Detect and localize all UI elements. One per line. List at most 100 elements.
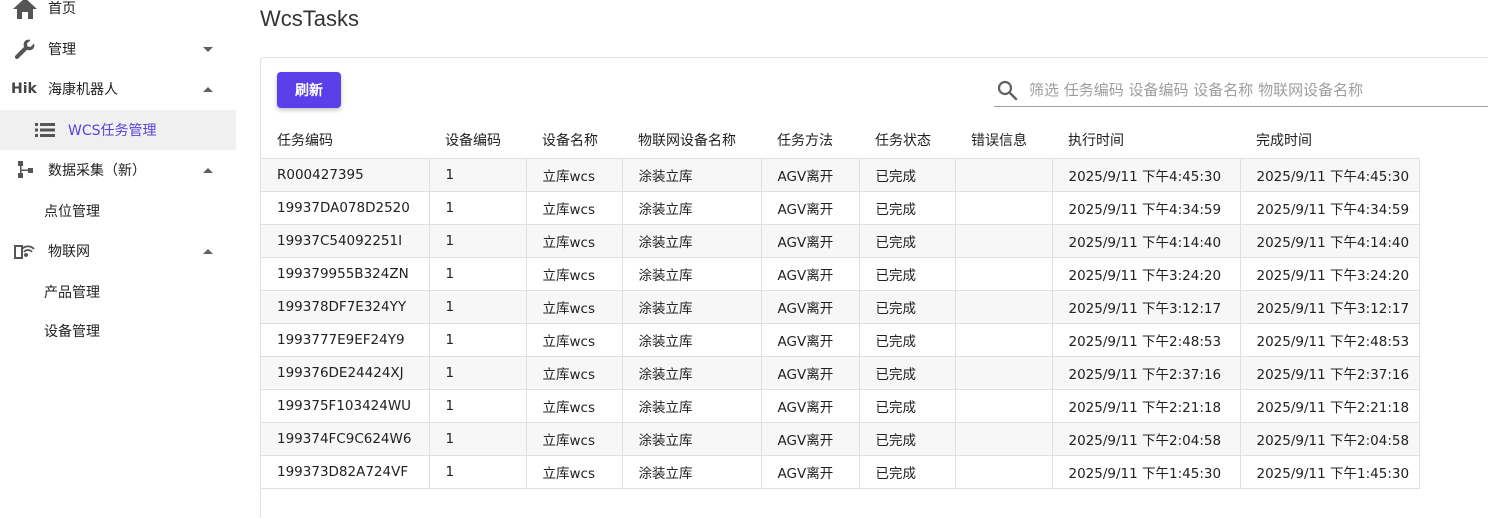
table-cell	[955, 422, 1053, 456]
search-input[interactable]	[1027, 76, 1481, 104]
refresh-button[interactable]: 刷新	[277, 72, 341, 108]
home-icon	[12, 0, 38, 21]
table-cell: 已完成	[859, 191, 956, 225]
table-cell: 立库wcs	[526, 257, 623, 291]
table-cell: 2025/9/11 下午2:37:16	[1052, 356, 1241, 390]
table-row[interactable]: 199376DE24424XJ 1 立库wcs 涂装立库 AGV离开 已完成 2025/9/…	[261, 356, 1420, 390]
table-cell: 立库wcs	[526, 158, 623, 192]
column-header[interactable]: 完成时间	[1240, 121, 1419, 159]
hik-logo-icon: Hik	[11, 81, 37, 97]
column-header[interactable]: 任务方法	[761, 121, 859, 159]
sidebar-item-label: 产品管理	[44, 285, 100, 301]
table-cell: AGV离开	[761, 356, 860, 390]
table-row[interactable]: 199379955B324ZN 1 立库wcs 涂装立库 AGV离开 已完成 2025/9/…	[261, 257, 1420, 291]
table-cell: 涂装立库	[622, 257, 762, 291]
table-cell: 涂装立库	[622, 224, 762, 258]
table-cell: AGV离开	[761, 257, 860, 291]
table-cell: 2025/9/11 下午4:45:30	[1240, 158, 1420, 192]
table-cell: 1	[429, 356, 527, 390]
column-header[interactable]: 设备名称	[526, 121, 622, 159]
table-cell	[955, 455, 1053, 489]
table-row[interactable]: 199378DF7E324YY 1 立库wcs 涂装立库 AGV离开 已完成 2025/9/…	[261, 290, 1420, 324]
table-cell: 2025/9/11 下午2:21:18	[1052, 389, 1241, 423]
table-cell: 199376DE24424XJ	[261, 356, 430, 390]
table-row[interactable]: 199375F103424WU 1 立库wcs 涂装立库 AGV离开 已完成 2025/9/…	[261, 389, 1420, 423]
sidebar-item-point-manage[interactable]: 点位管理	[0, 191, 236, 231]
iot-device-icon	[12, 238, 38, 264]
sidebar-item-product-manage[interactable]: 产品管理	[0, 272, 236, 312]
table-cell	[955, 224, 1053, 258]
table-row[interactable]: 199374FC9C624W6 1 立库wcs 涂装立库 AGV离开 已完成 2025/9/…	[261, 422, 1420, 456]
table-cell: 1	[429, 455, 527, 489]
table-cell: 2025/9/11 下午2:04:58	[1052, 422, 1241, 456]
table-cell	[955, 323, 1053, 357]
table-cell: 2025/9/11 下午2:37:16	[1240, 356, 1420, 390]
wrench-icon	[12, 36, 38, 62]
table-cell: 涂装立库	[622, 422, 762, 456]
chevron-down-icon	[203, 46, 213, 52]
table-cell: 已完成	[859, 290, 956, 324]
table-cell: 1	[429, 224, 527, 258]
sidebar-item-label: 管理	[48, 42, 76, 58]
table-cell: 立库wcs	[526, 389, 623, 423]
column-header[interactable]: 错误信息	[955, 121, 1052, 159]
table-cell: 2025/9/11 下午2:04:58	[1240, 422, 1420, 456]
table-cell: 涂装立库	[622, 158, 762, 192]
sidebar-item-manage[interactable]: 管理	[0, 29, 236, 69]
table-cell: 199378DF7E324YY	[261, 290, 430, 324]
table-cell: 1	[429, 158, 527, 192]
table-cell	[955, 356, 1053, 390]
table-cell: 已完成	[859, 356, 956, 390]
sidebar-item-label: 点位管理	[44, 204, 100, 220]
table-cell: AGV离开	[761, 455, 860, 489]
table-cell: 涂装立库	[622, 323, 762, 357]
sidebar-item-device-manage[interactable]: 设备管理	[0, 311, 236, 351]
column-header[interactable]: 物联网设备名称	[622, 121, 761, 159]
table-cell: 2025/9/11 下午3:24:20	[1052, 257, 1241, 291]
table-row[interactable]: 19937C54092251I 1 立库wcs 涂装立库 AGV离开 已完成 2025/9/…	[261, 224, 1420, 258]
sidebar-item-wcs-tasks[interactable]: WCS任务管理	[0, 110, 236, 150]
table-cell: 2025/9/11 下午3:24:20	[1240, 257, 1420, 291]
table-cell: 2025/9/11 下午1:45:30	[1240, 455, 1420, 489]
column-header[interactable]: 设备编码	[429, 121, 526, 159]
column-header[interactable]: 任务状态	[859, 121, 955, 159]
table-cell: 199379955B324ZN	[261, 257, 430, 291]
table-cell: 涂装立库	[622, 455, 762, 489]
sidebar-item-hik[interactable]: Hik 海康机器人	[0, 69, 236, 109]
table-cell: 已完成	[859, 158, 956, 192]
table-cell: 涂装立库	[622, 356, 762, 390]
sidebar-item-home[interactable]: 首页	[0, 0, 236, 28]
sidebar-item-label: 数据采集（新）	[48, 163, 146, 179]
table-row[interactable]: R000427395 1 立库wcs 涂装立库 AGV离开 已完成 2025/9/11 下午…	[261, 158, 1420, 192]
table-row[interactable]: 1993777E9EF24Y9 1 立库wcs 涂装立库 AGV离开 已完成 2025/9/…	[261, 323, 1420, 357]
table-cell: AGV离开	[761, 224, 860, 258]
table-cell: 已完成	[859, 323, 956, 357]
table-cell: 2025/9/11 下午1:45:30	[1052, 455, 1241, 489]
sidebar-item-data-collect[interactable]: 数据采集（新）	[0, 150, 236, 190]
sidebar-item-iot[interactable]: 物联网	[0, 231, 236, 271]
table-cell: 1	[429, 389, 527, 423]
sidebar-item-label: 首页	[48, 1, 76, 17]
table-row[interactable]: 19937DA078D2520 1 立库wcs 涂装立库 AGV离开 已完成 2025/9/…	[261, 191, 1420, 225]
chevron-up-icon	[203, 167, 213, 173]
table-cell: 涂装立库	[622, 389, 762, 423]
table-cell: 已完成	[859, 422, 956, 456]
column-header[interactable]: 任务编码	[261, 121, 429, 159]
page-title: WcsTasks	[260, 6, 359, 31]
table-cell: AGV离开	[761, 290, 860, 324]
table-cell: 立库wcs	[526, 323, 623, 357]
table-cell: 立库wcs	[526, 356, 623, 390]
table-cell: 19937DA078D2520	[261, 191, 430, 225]
column-header[interactable]: 执行时间	[1052, 121, 1240, 159]
table-cell: 已完成	[859, 257, 956, 291]
table-cell: 2025/9/11 下午3:12:17	[1240, 290, 1420, 324]
table-row[interactable]: 199373D82A724VF 1 立库wcs 涂装立库 AGV离开 已完成 2025/9/…	[261, 455, 1420, 489]
table-cell	[955, 389, 1053, 423]
table-cell	[955, 158, 1053, 192]
sidebar-item-label: WCS任务管理	[68, 123, 157, 139]
table-cell: 1	[429, 257, 527, 291]
table-cell: AGV离开	[761, 389, 860, 423]
table-cell: 涂装立库	[622, 290, 762, 324]
table-cell: 1	[429, 290, 527, 324]
table-cell: 2025/9/11 下午3:12:17	[1052, 290, 1241, 324]
